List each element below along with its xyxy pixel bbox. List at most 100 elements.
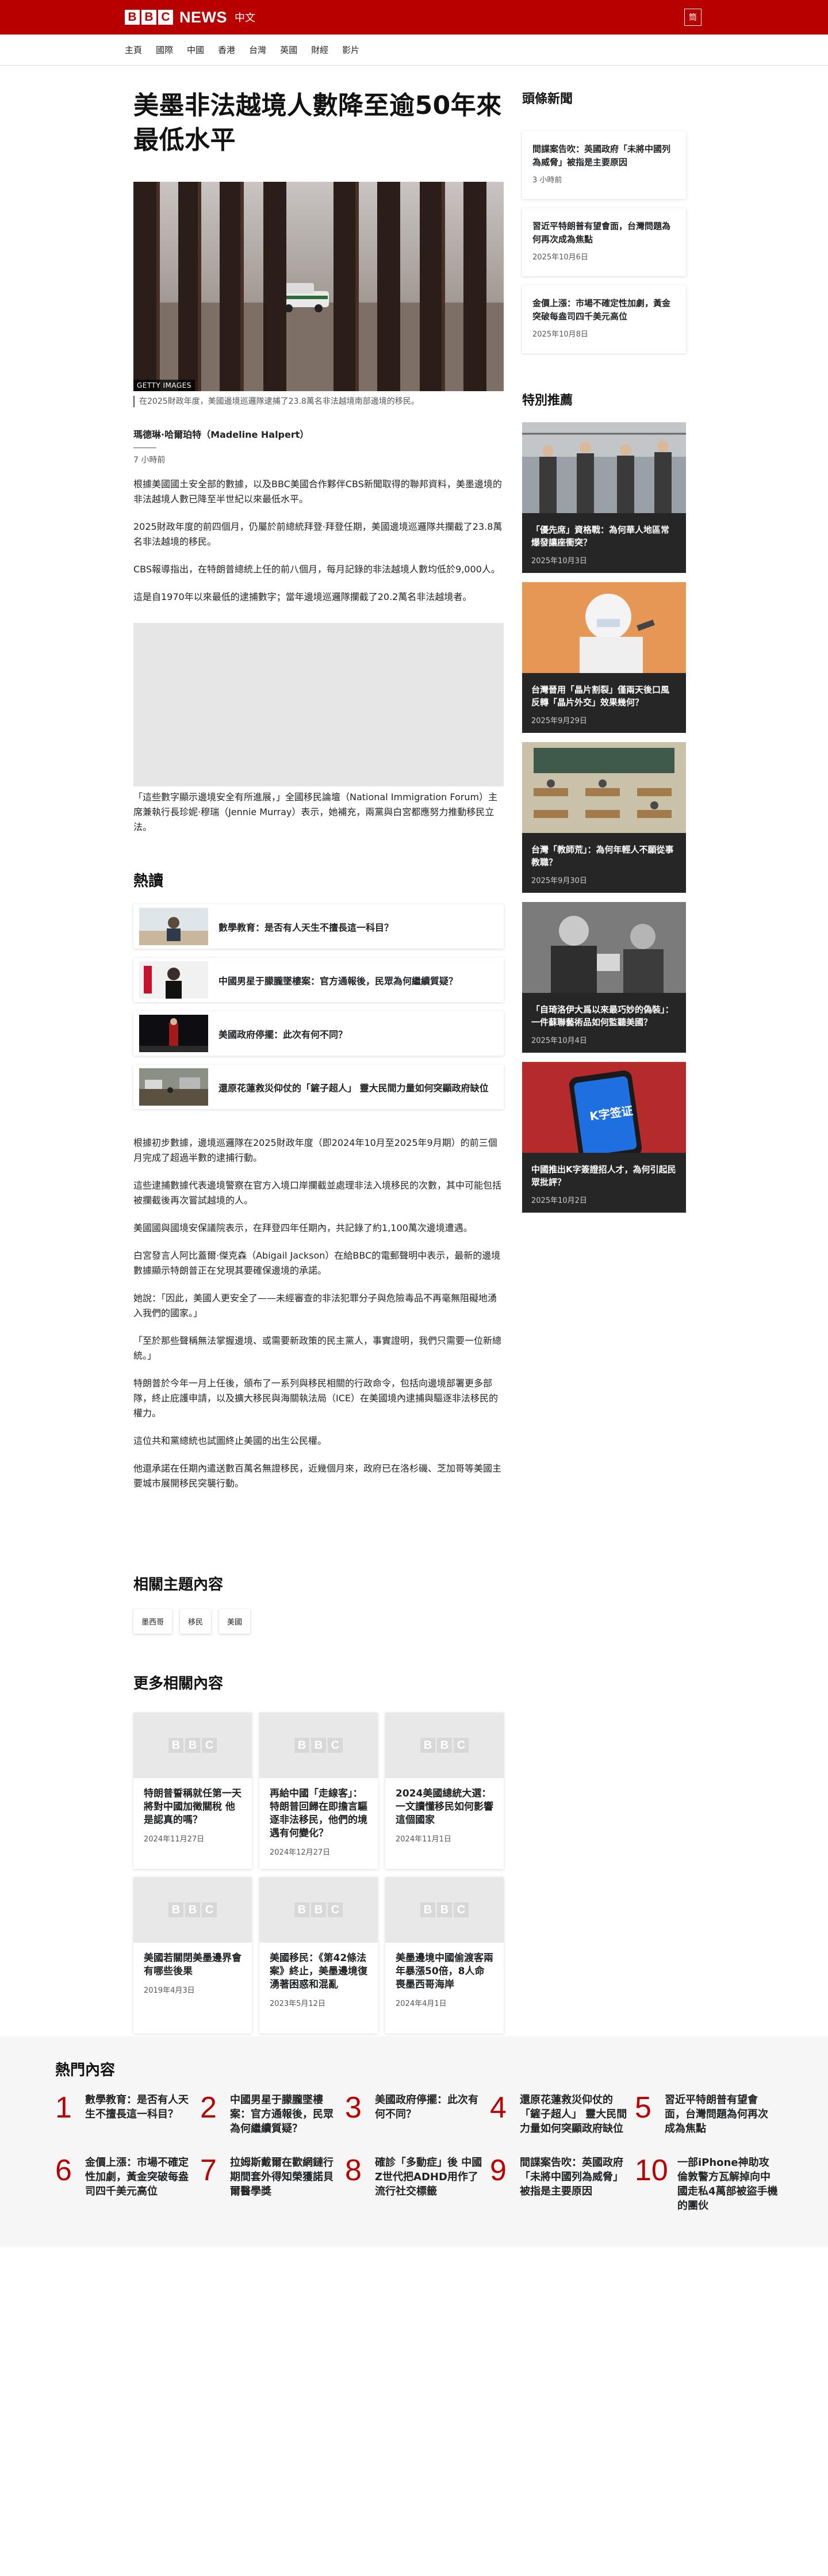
nav-item-video[interactable]: 影片 <box>342 44 359 56</box>
popular-item[interactable]: 4 還原花蓮救災仰仗的「鏟子超人」 靈大民間力量如何突顯政府缺位 <box>490 2092 634 2136</box>
image-credit: GETTY IMAGES <box>133 380 195 391</box>
popular-item[interactable]: 2 中國男星于朦朧墜樓案：官方通報後，民眾為何繼續質疑？ <box>200 2092 344 2136</box>
popular-item[interactable]: 6 金價上漲：市場不確定性加劇，黃金突破每盎司四千美元高位 <box>55 2154 199 2213</box>
card-title: 2024美國總統大選：一文讀懂移民如何影響這個國家 <box>396 1788 493 1826</box>
card-date: 2024年4月1日 <box>396 2000 447 2008</box>
most-popular-list: 1 數學教育：是否有人天生不擅長這一科目？ 2 中國男星于朦朧墜樓案：官方通報後，民… <box>55 2092 779 2213</box>
feature-card[interactable]: 「自琦洛伊大爲以來最巧妙的偽裝」：一件蘇聯藝術品如何監聽美國？ 2025年10月… <box>522 902 686 1053</box>
article: 美墨非法越境人數降至逾50年來最低水平 GETTY IMAGES 在2025財政… <box>133 89 504 1491</box>
related-card[interactable]: BBC 美國移民：《第42條法案》終止，美墨邊境復湧著困惑和混亂 2023年5月… <box>259 1877 378 2034</box>
more-related-grid: BBC 特朗普誓稱就任第一天將對中國加徵關稅 他是認真的嗎？ 2024年11月2… <box>133 1713 504 2034</box>
top-news-date: 2025年10月6日 <box>532 253 588 262</box>
image-caption: 在2025財政年度，美國邊境巡邏隊逮捕了23.8萬名非法越境南部邊境的移民。 <box>133 396 504 407</box>
popular-item[interactable]: 9 間諜案告吹：英國政府「未將中國列為威脅」被指是主要原因 <box>490 2154 634 2213</box>
top-news-card[interactable]: 金價上漲：市場不確定性加劇，黃金突破每盎司四千美元高位 2025年10月8日 <box>522 285 686 353</box>
published-time: 7 小時前 <box>133 456 166 465</box>
bbc-placeholder-logo: BBC <box>294 1738 343 1753</box>
logo-news-text: NEWS <box>179 8 227 26</box>
feature-card[interactable]: 「優先席」資格戰：為何華人地區常爆發讓座衝突？ 2025年10月3日 <box>522 422 686 573</box>
hot-read-thumbnail <box>139 961 208 999</box>
feature-title: 「優先席」資格戰：為何華人地區常爆發讓座衝突？ <box>531 525 670 548</box>
nav-item-china[interactable]: 中國 <box>187 44 204 56</box>
related-card[interactable]: BBC 再給中國「走線客」：特朗普回歸在即擔言驅逐非法移民，他們的境遇有何變化？… <box>259 1713 378 1869</box>
popular-title: 間諜案告吹：英國政府「未將中國列為威脅」被指是主要原因 <box>520 2157 623 2197</box>
main-nav: 主頁 國際 中國 香港 台灣 英國 財經 影片 <box>0 35 828 66</box>
hot-read-item[interactable]: 美國政府停擺：此次有何不同？ <box>133 1011 504 1056</box>
hot-read-thumbnail <box>139 908 208 945</box>
card-date: 2019年4月3日 <box>144 1986 195 1995</box>
card-placeholder-image: BBC <box>133 1713 252 1778</box>
nav-item-uk[interactable]: 英國 <box>280 44 297 56</box>
hot-read-item[interactable]: 中國男星于朦朧墜樓案：官方通報後，民眾為何繼續質疑？ <box>133 958 504 1002</box>
bbc-placeholder-logo: BBC <box>294 1902 343 1917</box>
embedded-media-placeholder <box>133 623 504 786</box>
topic-tag[interactable]: 墨西哥 <box>133 1609 172 1634</box>
page: B B C NEWS 中文 筒 主頁 國際 中國 香港 台灣 英國 財經 影片 … <box>0 0 828 2576</box>
feature-title: 台灣「教師荒」：為何年輕人不願從事教職？ <box>531 844 674 867</box>
card-placeholder-image: BBC <box>385 1713 504 1778</box>
article-paragraph: 這位共和黨總統也試圖終止美國的出生公民權。 <box>133 1435 327 1446</box>
related-card[interactable]: BBC 特朗普誓稱就任第一天將對中國加徵關稅 他是認真的嗎？ 2024年11月2… <box>133 1713 252 1869</box>
feature-card[interactable]: 台灣晉用「晶片割裂」僅兩天後口風反轉「晶片外交」效果幾何？ 2025年9月29日 <box>522 582 686 733</box>
hot-reads-title: 熱讀 <box>133 873 164 890</box>
nav-item-hongkong[interactable]: 香港 <box>218 44 235 56</box>
popular-title: 習近平特朗普有望會面，台灣問題為何再次成為焦點 <box>665 2094 768 2135</box>
feature-date: 2025年10月2日 <box>531 1197 587 1205</box>
related-card[interactable]: BBC 美墨邊境中國偷渡客兩年暴漲50倍，8人命喪墨西哥海岸 2024年4月1日 <box>385 1877 504 2034</box>
feature-card[interactable]: K字签证 中國推出K字簽證招人才，為何引起民眾批評？ 2025年10月2日 <box>522 1062 686 1213</box>
feature-body: 台灣晉用「晶片割裂」僅兩天後口風反轉「晶片外交」效果幾何？ 2025年9月29日 <box>522 675 686 733</box>
rank-number: 7 <box>200 2154 217 2187</box>
rank-number: 8 <box>345 2154 362 2187</box>
popular-item[interactable]: 3 美國政府停擺：此次有何不同？ <box>345 2092 489 2136</box>
card-title: 特朗普誓稱就任第一天將對中國加徵關稅 他是認真的嗎？ <box>144 1788 241 1826</box>
card-date: 2023年5月12日 <box>270 2000 325 2008</box>
topic-tag[interactable]: 移民 <box>180 1609 212 1634</box>
feature-body: 中國推出K字簽證招人才，為何引起民眾批評？ 2025年10月2日 <box>522 1155 686 1213</box>
popular-title: 還原花蓮救災仰仗的「鏟子超人」 靈大民間力量如何突顯政府缺位 <box>520 2094 627 2135</box>
feature-card[interactable]: 台灣「教師荒」：為何年輕人不願從事教職？ 2025年9月30日 <box>522 742 686 893</box>
related-card[interactable]: BBC 美國若關閉美墨邊界會有哪些後果 2019年4月3日 <box>133 1877 252 2034</box>
feature-date: 2025年9月30日 <box>531 877 587 885</box>
nav-item-business[interactable]: 財經 <box>311 44 328 56</box>
top-news-card[interactable]: 間諜案告吹：英國政府「未將中國列為威脅」被指是主要原因 3 小時前 <box>522 131 686 199</box>
bbc-news-logo[interactable]: B B C NEWS 中文 <box>125 9 255 26</box>
top-news-list: 間諜案告吹：英國政府「未將中國列為威脅」被指是主要原因 3 小時前 習近平特朗普… <box>522 131 686 353</box>
rank-number: 2 <box>200 2091 217 2124</box>
logo-letter: C <box>158 10 173 25</box>
popular-title: 確診「多動症」後 中國Z世代把ADHD用作了流行社交標籤 <box>375 2157 482 2197</box>
hot-read-item[interactable]: 數學教育：是否有人天生不擅長這一科目？ <box>133 904 504 949</box>
most-popular-title: 熱門內容 <box>55 2062 116 2079</box>
rank-number: 9 <box>490 2154 507 2187</box>
top-news-date: 2025年10月8日 <box>532 330 588 339</box>
popular-item[interactable]: 7 拉姆斯戴爾在歡網鏈行期間套外得知榮獲諾貝爾醫學獎 <box>200 2154 344 2213</box>
popular-item[interactable]: 5 習近平特朗普有望會面，台灣問題為何再次成為焦點 <box>635 2092 779 2136</box>
menu-button[interactable]: 筒 <box>684 9 702 26</box>
nav-item-world[interactable]: 國際 <box>156 44 173 56</box>
topic-tag[interactable]: 美國 <box>219 1609 251 1634</box>
article-continued: 根據初步數據，邊境巡邏隊在2025財政年度（即2024年10月至2025年9月期… <box>133 1136 504 1491</box>
popular-item[interactable]: 8 確診「多動症」後 中國Z世代把ADHD用作了流行社交標籤 <box>345 2154 489 2213</box>
rank-number: 1 <box>55 2091 72 2124</box>
feature-date: 2025年9月29日 <box>531 717 587 725</box>
related-card[interactable]: BBC 2024美國總統大選：一文讀懂移民如何影響這個國家 2024年11月1日 <box>385 1713 504 1869</box>
hot-read-item[interactable]: 還原花蓮救災仰仗的「鏟子超人」 靈大民間力量如何突顯政府缺位 <box>133 1065 504 1109</box>
popular-item[interactable]: 10 一部iPhone神助攻 倫敦警方瓦解掉向中國走私4萬部被盜手機的團伙 <box>635 2154 779 2213</box>
hot-reads-list: 數學教育：是否有人天生不擅長這一科目？ 中國男星于朦朧墜樓案：官方通報後，民眾為… <box>133 904 504 1109</box>
byline: 瑪德琳·哈爾珀特（Madeline Halpert） <box>133 429 309 440</box>
hot-reads: 熱讀 數學教育：是否有人天生不擅長這一科目？ 中國男星于朦朧墜樓案：官方通報後，… <box>133 869 504 1109</box>
feature-title: 中國推出K字簽證招人才，為何引起民眾批評？ <box>531 1164 676 1187</box>
menu-icon: 筒 <box>689 13 697 22</box>
special-features: 特別推薦 「優先席」資格戰：為何華人地區常爆發讓座衝突？ 2025年10月3日 <box>522 390 686 1213</box>
popular-item[interactable]: 1 數學教育：是否有人天生不擅長這一科目？ <box>55 2092 199 2136</box>
bbc-placeholder-logo: BBC <box>168 1902 217 1917</box>
top-news-card[interactable]: 習近平特朗普有望會面，台灣問題為何再次成為焦點 2025年10月6日 <box>522 208 686 276</box>
popular-title: 一部iPhone神助攻 倫敦警方瓦解掉向中國走私4萬部被盜手機的團伙 <box>677 2157 778 2212</box>
card-placeholder-image: BBC <box>385 1877 504 1943</box>
article-paragraph: 根據初步數據，邊境巡邏隊在2025財政年度（即2024年10月至2025年9月期… <box>133 1137 497 1163</box>
top-news-headline: 習近平特朗普有望會面，台灣問題為何再次成為焦點 <box>532 221 671 244</box>
bbc-placeholder-logo: BBC <box>168 1738 217 1753</box>
hero-image: GETTY IMAGES <box>133 182 504 391</box>
nav-item-home[interactable]: 主頁 <box>125 44 142 56</box>
feature-image <box>522 422 686 513</box>
nav-item-taiwan[interactable]: 台灣 <box>249 44 266 56</box>
